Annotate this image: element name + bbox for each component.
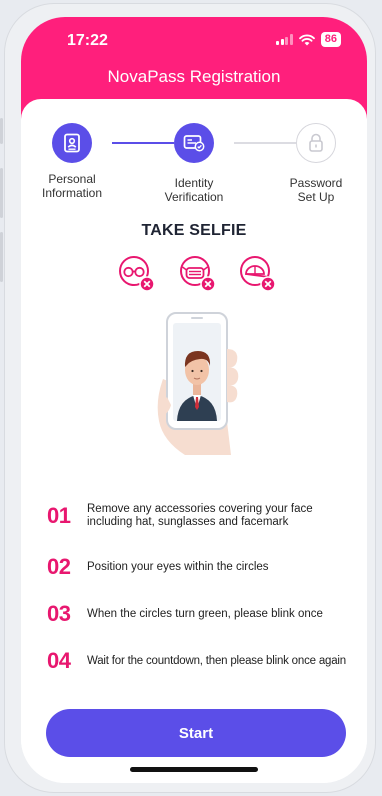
instruction-number: 03 xyxy=(47,601,71,626)
hat-not-allowed-icon xyxy=(240,256,276,292)
step-identity-verification[interactable] xyxy=(174,123,214,163)
step-label-line: Identity xyxy=(174,176,214,190)
instruction-item-2: 02 Position your eyes within the circles xyxy=(47,554,365,580)
id-verify-icon xyxy=(183,135,205,152)
take-selfie-title: TAKE SELFIE xyxy=(141,222,247,239)
page-title: NovaPass Registration xyxy=(107,67,281,86)
step-label-line: Password xyxy=(289,176,343,190)
step-label-line: Verification xyxy=(164,190,224,204)
wifi-icon xyxy=(298,34,315,45)
selfie-phone-illustration xyxy=(157,312,239,455)
instruction-item-3: 03 When the circles turn green, please b… xyxy=(47,601,365,627)
instruction-text: Position your eyes within the circles xyxy=(87,560,269,573)
start-button[interactable]: Start xyxy=(46,709,346,757)
status-time: 17:22 xyxy=(67,32,108,49)
instruction-text: Remove any accessories covering your fac… xyxy=(87,503,313,528)
app-screen: 17:22 86 NovaPass Registration Personal … xyxy=(21,17,367,783)
instruction-number: 02 xyxy=(47,554,71,579)
step-label-identity-verification: Identity Verification xyxy=(154,176,234,204)
instruction-number: 04 xyxy=(47,648,71,673)
step-label-password-setup: Password Set Up xyxy=(276,176,356,204)
battery-level: 86 xyxy=(320,32,341,47)
facemask-not-allowed-icon xyxy=(180,256,216,292)
step-label-personal-information: Personal Information xyxy=(32,172,112,200)
phone-frame: 17:22 86 NovaPass Registration Personal … xyxy=(4,3,376,793)
lock-icon xyxy=(309,133,323,152)
step-personal-information[interactable] xyxy=(52,123,92,163)
instruction-item-4: 04 Wait for the countdown, then please b… xyxy=(47,648,365,674)
phone-volume-up xyxy=(0,168,3,218)
phone-volume-down xyxy=(0,232,3,282)
step-label-line: Information xyxy=(41,186,103,200)
instruction-item-1: 01 Remove any accessories covering your … xyxy=(47,503,365,529)
signal-icon xyxy=(276,34,293,45)
home-indicator xyxy=(130,767,258,772)
instruction-text: Wait for the countdown, then please blin… xyxy=(87,654,346,667)
step-label-line: Set Up xyxy=(297,190,335,204)
glasses-not-allowed-icon xyxy=(119,256,155,292)
stepper-connector-1 xyxy=(112,142,174,144)
step-password-setup[interactable] xyxy=(296,123,336,163)
phone-side-button xyxy=(0,118,3,144)
stepper-connector-2 xyxy=(234,142,296,144)
id-card-icon xyxy=(64,133,80,153)
step-label-line: Personal xyxy=(48,172,96,186)
instruction-text: When the circles turn green, please blin… xyxy=(87,607,323,620)
main-content: Personal Information Identity Verificati… xyxy=(21,99,367,783)
status-icons: 86 xyxy=(276,32,341,47)
instruction-number: 01 xyxy=(47,503,71,528)
